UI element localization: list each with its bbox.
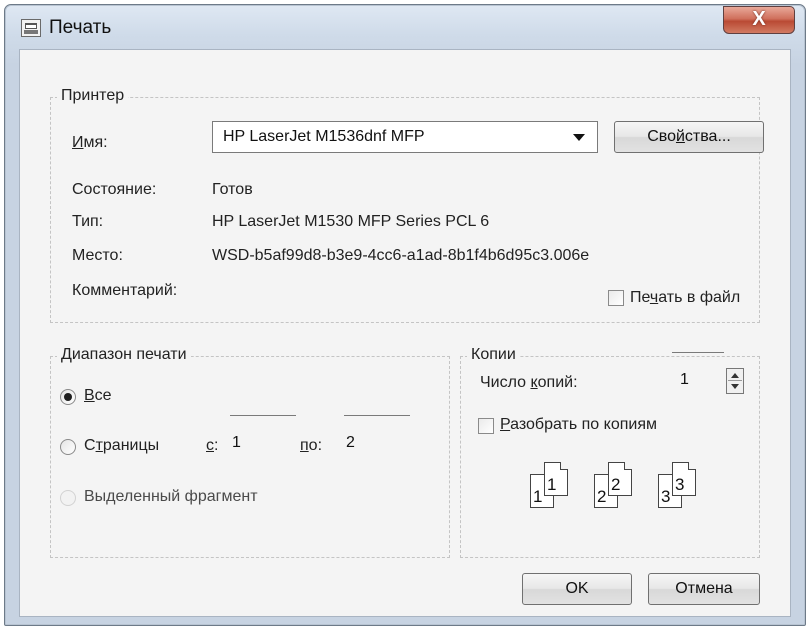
copies-legend: Копии (467, 346, 520, 364)
range-selection-radio[interactable] (60, 490, 76, 506)
ok-button[interactable]: OK (522, 573, 632, 605)
collate-checkbox[interactable] (478, 418, 494, 434)
printer-name-label: Имя: (72, 134, 108, 151)
spin-up-icon[interactable] (731, 373, 739, 378)
close-icon: X (752, 8, 766, 30)
from-page-field[interactable]: 1 (230, 415, 296, 455)
title-bar[interactable]: Печать X (5, 5, 805, 45)
printer-icon (21, 19, 41, 37)
window-title: Печать (49, 17, 112, 38)
collate-page: 1 (544, 462, 568, 496)
location-value: WSD-b5af99d8-b3e9-4cc6-a1ad-8b1f4b6d95c3… (212, 247, 590, 264)
range-pages-label[interactable]: Страницы (84, 437, 159, 455)
copies-spinner[interactable] (726, 368, 744, 394)
comment-label: Комментарий: (72, 282, 178, 299)
cancel-button[interactable]: Отмена (648, 573, 760, 605)
properties-button[interactable]: Свойства... (614, 121, 764, 153)
type-label: Тип: (72, 213, 104, 230)
collate-page: 2 (608, 462, 632, 496)
collate-page: 3 (672, 462, 696, 496)
copies-count-label: Число копий: (480, 374, 578, 391)
status-value: Готов (212, 181, 253, 198)
chevron-down-icon[interactable] (573, 134, 585, 141)
range-pages-radio[interactable] (60, 439, 76, 455)
type-value: HP LaserJet M1530 MFP Series PCL 6 (212, 213, 490, 230)
range-all-label[interactable]: Все (84, 387, 112, 405)
printer-name-value: HP LaserJet M1536dnf MFP (223, 128, 425, 145)
to-label: по: (300, 437, 323, 454)
printer-name-select[interactable]: HP LaserJet M1536dnf MFP (212, 121, 598, 153)
status-label: Состояние: (72, 181, 157, 198)
range-all-radio[interactable] (60, 389, 76, 405)
print-to-file-label[interactable]: Печать в файл (630, 289, 740, 307)
range-selection-label[interactable]: Выделенный фрагмент (84, 488, 258, 506)
close-button[interactable]: X (723, 6, 795, 34)
spin-down-icon[interactable] (731, 384, 739, 389)
print-to-file-checkbox[interactable] (608, 290, 624, 306)
location-label: Место: (72, 247, 123, 264)
print-range-legend: Диапазон печати (57, 346, 191, 364)
to-page-field[interactable]: 2 (344, 415, 410, 455)
collate-label[interactable]: Разобрать по копиям (500, 416, 657, 434)
collate-illustration: 1 1 2 2 3 3 (530, 456, 704, 512)
dialog-client-area: Принтер Имя: HP LaserJet M1536dnf MFP Св… (19, 49, 791, 617)
print-dialog-window: Печать X Принтер Имя: HP LaserJet M1536d… (4, 4, 806, 626)
printer-group-legend: Принтер (57, 87, 129, 105)
copies-count-field[interactable]: 1 (672, 352, 724, 392)
from-label: с: (206, 437, 219, 454)
